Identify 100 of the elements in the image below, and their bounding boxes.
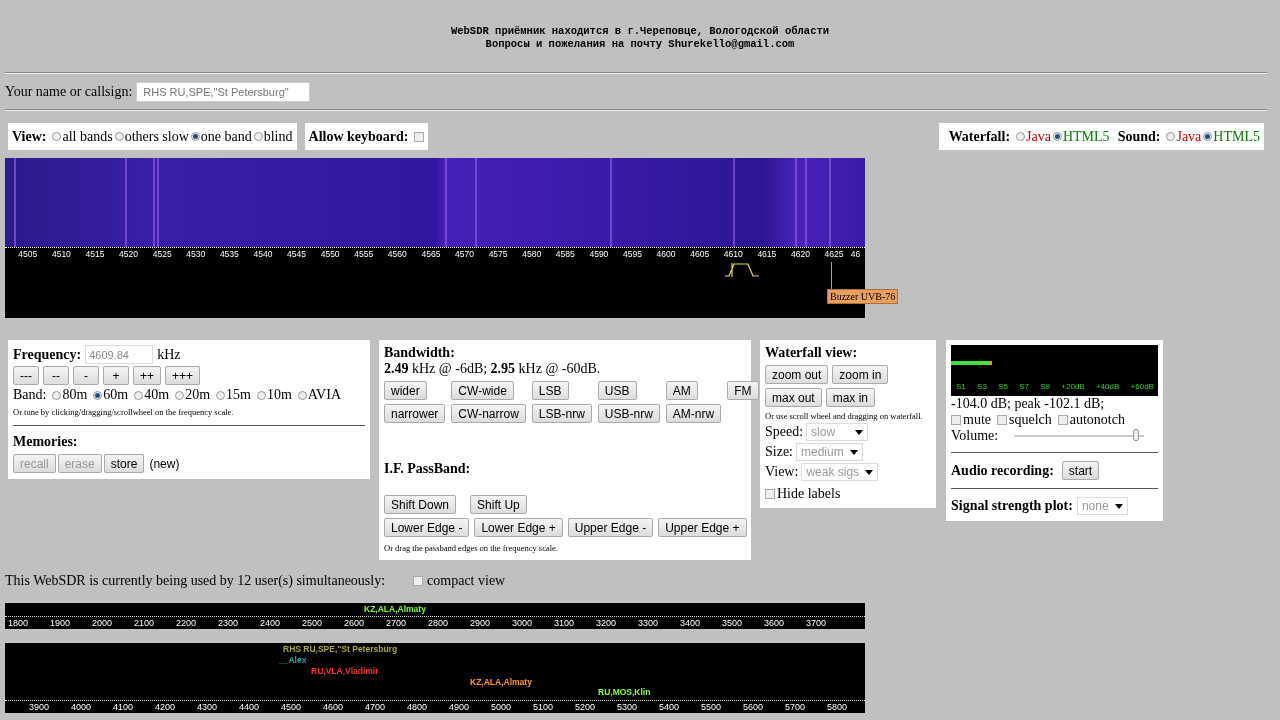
header-text: Вопросы и пожелания на почту Shurekello@gmail.com xyxy=(485,38,795,51)
edge-button[interactable]: Lower Edge + xyxy=(474,518,563,537)
scale-label: 4400 xyxy=(239,702,261,713)
hide-labels-checkbox[interactable] xyxy=(765,489,775,499)
s-meter-label: +20dB xyxy=(1061,382,1085,391)
scale-label: 4520 xyxy=(118,248,140,261)
render-option[interactable]: Java xyxy=(1016,128,1051,145)
edge-button[interactable]: Upper Edge - xyxy=(567,518,654,537)
compact-view-option[interactable]: compact view xyxy=(413,573,506,589)
bandwidth-button[interactable]: USB xyxy=(597,381,637,400)
zoom-button[interactable]: max in xyxy=(825,388,876,407)
s-meter-label: S1 xyxy=(956,382,966,391)
station-marker[interactable]: Buzzer UVB-76 xyxy=(827,289,899,304)
hide-labels-label: Hide labels xyxy=(777,486,841,502)
scale-label: 4505 xyxy=(17,248,39,261)
view-option[interactable]: blind xyxy=(253,128,293,145)
bandwidth-button[interactable]: LSB xyxy=(531,381,569,400)
zoom-button[interactable]: zoom out xyxy=(765,365,829,384)
scale-label: 4600 xyxy=(323,702,345,713)
scale-label: 4500 xyxy=(281,702,303,713)
keyboard-checkbox[interactable] xyxy=(414,131,425,142)
scale-label: 2600 xyxy=(344,618,366,629)
bandwidth-button[interactable]: CW-wide xyxy=(451,381,514,400)
render-label: Sound: xyxy=(1117,128,1161,145)
tune-step-button[interactable]: --- xyxy=(13,366,39,385)
tune-step-button[interactable]: +++ xyxy=(165,366,201,385)
bandwidth-button[interactable]: AM xyxy=(665,381,698,400)
scale-label: 2900 xyxy=(470,618,492,629)
bandwidth-button[interactable]: FM xyxy=(727,381,759,400)
users-text: This WebSDR is currently being used by 12 user(s) simultaneously: xyxy=(5,573,386,589)
tune-step-button[interactable]: ++ xyxy=(133,366,161,385)
scale-label: 5100 xyxy=(533,702,555,713)
frequency-field[interactable]: 4609.84 xyxy=(85,345,154,364)
signal-reading: -104.0 dB; peak -102.1 dB; xyxy=(951,396,1106,412)
scale-label: 4000 xyxy=(71,702,93,713)
audio-option[interactable]: mute xyxy=(951,412,991,428)
callsign-label: Your name or callsign: xyxy=(5,84,133,100)
edge-button[interactable]: Upper Edge + xyxy=(658,518,747,537)
tune-step-button[interactable]: + xyxy=(103,366,129,385)
shift-button[interactable]: Shift Down xyxy=(384,495,457,514)
scale-label: 5500 xyxy=(701,702,723,713)
callsign-field[interactable]: RHS RU,SPE,"St Petersburg" xyxy=(136,82,311,102)
waterfall-spectrogram[interactable] xyxy=(5,158,865,247)
scale-label: 3200 xyxy=(596,618,618,629)
band-option[interactable]: 10m xyxy=(256,387,292,403)
band-option[interactable]: 40m xyxy=(134,387,170,403)
tune-step-button[interactable]: - xyxy=(73,366,99,385)
band-option[interactable]: 80m xyxy=(52,387,88,403)
bandwidth-button[interactable]: wider xyxy=(384,381,427,400)
scale-label: 4525 xyxy=(151,248,173,261)
bandwidth-button[interactable]: USB-nrw xyxy=(597,404,660,423)
band-option[interactable]: 20m xyxy=(175,387,210,403)
scale-label: 2300 xyxy=(218,618,240,629)
scale-label: 5000 xyxy=(491,702,513,713)
s-meter-label: S3 xyxy=(977,382,987,391)
band-strip[interactable]: KZ,ALA,Almaty 1800 1900 2000 2100 2200 2300 2400 2500 2600 2700 2800 2900 3000 3100 3200 3300 3400 3500 3600 3700 xyxy=(5,603,865,629)
scale-label: 2400 xyxy=(260,618,282,629)
band-option[interactable]: 60m xyxy=(93,387,129,403)
audio-option[interactable]: squelch xyxy=(997,412,1052,428)
render-option[interactable]: HTML5 xyxy=(1052,128,1110,145)
zoom-button[interactable]: max out xyxy=(765,388,822,407)
edge-button[interactable]: Lower Edge - xyxy=(384,518,470,537)
record-button[interactable]: start xyxy=(1061,461,1100,480)
scale-label: 2200 xyxy=(176,618,198,629)
frequency-scale[interactable]: 4505 4510 4515 4520 4525 4530 4535 4540 4545 4550 4555 4560 4565 4570 4575 4580 4585 4590 4595 4600 4605 4610 4615 4620 4625 46 xyxy=(5,247,865,262)
bandwidth-button[interactable]: AM-nrw xyxy=(665,404,722,423)
header-text: WebSDR приёмник находится в г.Череповце, Вологодской области xyxy=(450,25,830,38)
view-option[interactable]: others slow xyxy=(114,128,189,145)
view-option[interactable]: one band xyxy=(190,128,252,145)
band-option[interactable]: AVIA xyxy=(297,387,341,403)
scale-label: 4610 xyxy=(722,248,744,261)
band-option[interactable]: 15m xyxy=(216,387,251,403)
scale-label: 5300 xyxy=(617,702,639,713)
scale-label: 5200 xyxy=(575,702,597,713)
tune-step-button[interactable]: -- xyxy=(43,366,69,385)
scale-label: 4585 xyxy=(554,248,576,261)
band-strip[interactable]: RHS RU,SPE,"St Petersburg __Alex RU,VLA,Vladimir KZ,ALA,Almaty RU,MOS,Klin 3900 4000 4100 4200 4300 4400 4500 4600 4700 4800 4900 5000 5100 5200 5300 5400 5500 5600 5700 5800 xyxy=(5,643,865,713)
select-label: Speed: xyxy=(765,424,804,440)
scale-label: 4515 xyxy=(84,248,106,261)
render-option[interactable]: HTML5 xyxy=(1203,128,1260,145)
bandwidth-button[interactable]: narrower xyxy=(384,404,446,423)
zoom-button[interactable]: zoom in xyxy=(832,365,889,384)
scale-label: 2100 xyxy=(134,618,156,629)
passband-icon[interactable] xyxy=(724,262,760,278)
caret-icon xyxy=(865,469,874,475)
scale-label: 3700 xyxy=(806,618,828,629)
audio-option[interactable]: autonotch xyxy=(1057,412,1125,428)
bandwidth-reading: 2.49 kHz @ -6dB; 2.95 kHz @ -60dB. xyxy=(384,361,602,377)
bandwidth-button[interactable]: CW-narrow xyxy=(451,404,526,423)
render-option[interactable]: Java xyxy=(1166,128,1202,145)
s-meter-label: +40dB xyxy=(1095,382,1120,391)
shift-button[interactable]: Shift Up xyxy=(470,495,527,514)
bandwidth-button[interactable]: LSB-nrw xyxy=(531,404,592,423)
user-label: KZ,ALA,Almaty xyxy=(470,677,532,687)
user-label: KZ,ALA,Almaty xyxy=(364,604,426,614)
passband-title: I.F. PassBand: xyxy=(384,461,472,477)
bandwidth-title: Bandwidth: xyxy=(384,345,456,361)
passband-hint: Or drag the passband edges on the frequency scale. xyxy=(384,543,559,553)
memory-button[interactable]: store xyxy=(103,454,145,473)
view-option[interactable]: all bands xyxy=(52,128,113,145)
